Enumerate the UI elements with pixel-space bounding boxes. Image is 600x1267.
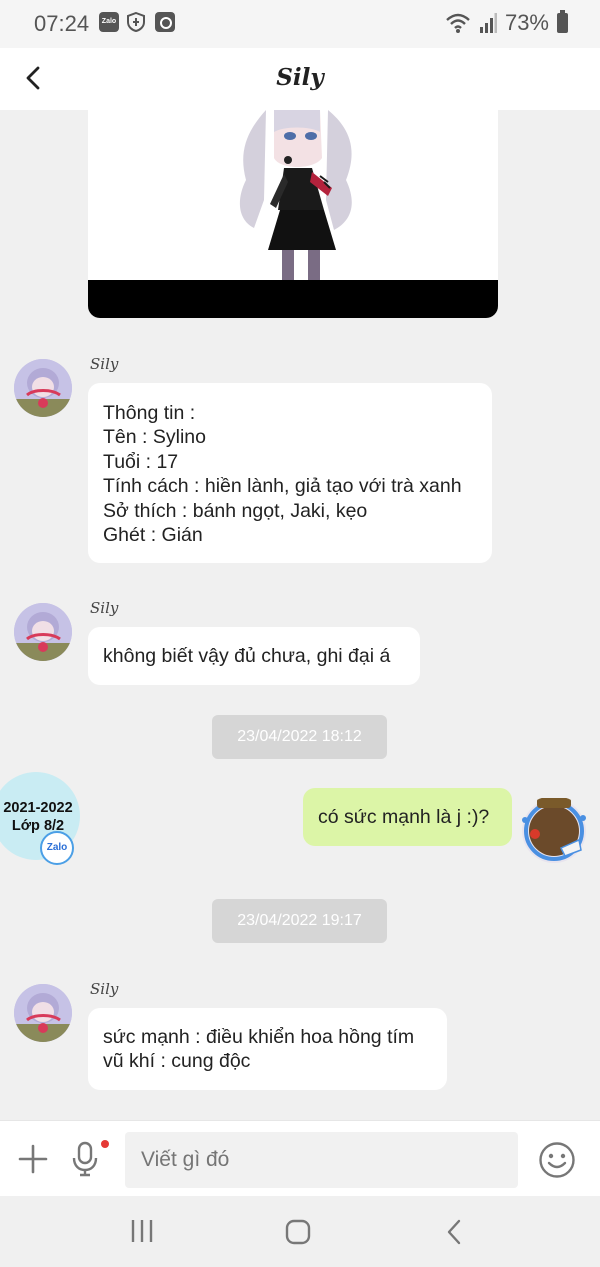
message-line: Sở thích : bánh ngọt, Jaki, kẹo: [103, 499, 368, 522]
sender-name: Sily: [90, 980, 119, 998]
avatar[interactable]: [14, 603, 72, 661]
back-nav-icon[interactable]: [444, 1218, 464, 1246]
message-line: không biết vậy đủ chưa, ghi đại á: [103, 645, 391, 667]
avatar[interactable]: [14, 359, 72, 417]
chat-title: Sily: [276, 64, 324, 91]
status-time: 07:24: [34, 11, 90, 36]
home-icon[interactable]: [284, 1218, 312, 1246]
zalo-badge-icon: Zalo: [40, 831, 74, 865]
avatar-image: [14, 359, 72, 417]
message-line: Tên : Sylino: [103, 426, 206, 449]
message-bubble[interactable]: sức mạnh : điều khiển hoa hồng tím vũ kh…: [88, 1008, 447, 1090]
character-image: [239, 110, 352, 280]
message-line: sức mạnh : điều khiển hoa hồng tím: [103, 1026, 415, 1048]
status-bar: 07:24 Zalo 73%: [0, 0, 600, 48]
zalo-icon: Zalo: [99, 12, 119, 32]
message-line: Thông tin :: [103, 402, 196, 424]
class-year: 2021-2022: [3, 800, 73, 816]
sender-name: Sily: [90, 599, 119, 617]
battery-percent: 73%: [504, 10, 549, 35]
chat-header: Sily: [0, 48, 600, 110]
image-caption-bar: [88, 280, 498, 318]
plus-icon[interactable]: [17, 1143, 49, 1175]
image-message[interactable]: [88, 110, 498, 318]
battery-icon: [557, 10, 568, 33]
microphone-icon[interactable]: [70, 1141, 100, 1177]
message-bubble[interactable]: Thông tin : Tên : Sylino Tuổi : 17 Tính …: [88, 383, 492, 563]
class-group-bubble[interactable]: 2021-2022 Lớp 8/2 Zalo: [0, 772, 80, 865]
my-avatar[interactable]: [517, 796, 591, 866]
status-right: 73%: [445, 10, 568, 36]
timestamp: 23/04/2022 19:17: [212, 899, 387, 943]
sender-name: Sily: [90, 355, 119, 373]
message-line: Tuổi : 17: [103, 450, 179, 473]
message-line: Ghét : Gián: [103, 524, 203, 547]
emoji-icon[interactable]: [538, 1141, 576, 1179]
avatar-image: [14, 603, 72, 661]
avatar[interactable]: [14, 984, 72, 1042]
system-nav-bar: [0, 1196, 600, 1267]
message-input[interactable]: [125, 1132, 518, 1188]
message-line: có sức mạnh là j :)?: [318, 806, 490, 828]
avatar-image: [14, 984, 72, 1042]
signal-icon: [479, 13, 497, 33]
timestamp: 23/04/2022 18:12: [212, 715, 387, 759]
recent-apps-icon[interactable]: [130, 1218, 154, 1244]
input-bar: [0, 1120, 600, 1196]
clock-icon: [155, 12, 175, 32]
message-bubble[interactable]: không biết vậy đủ chưa, ghi đại á: [88, 627, 420, 685]
message-line: Tính cách : hiền lành, giả tạo với trà x…: [103, 475, 462, 498]
wifi-icon: [446, 13, 470, 33]
recording-dot: [101, 1140, 109, 1148]
message-line: vũ khí : cung độc: [103, 1050, 251, 1073]
my-avatar-image: [522, 798, 586, 863]
my-message-bubble[interactable]: có sức mạnh là j :)?: [303, 788, 512, 846]
shield-icon: [127, 12, 145, 32]
